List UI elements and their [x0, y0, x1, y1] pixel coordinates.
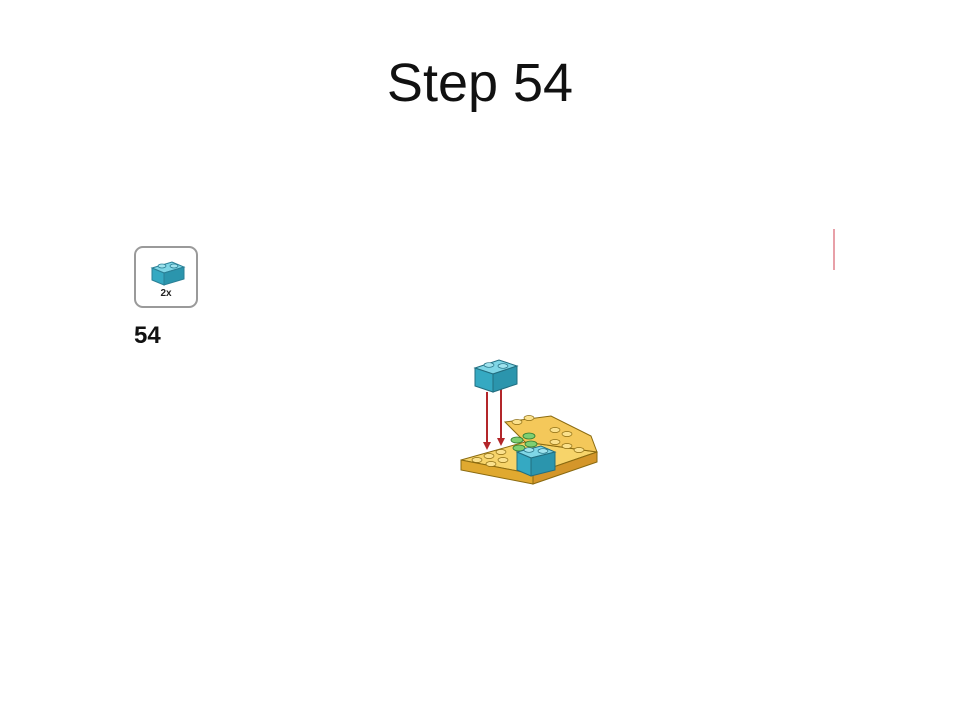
placed-blue-brick: [515, 445, 557, 477]
step-number: 54: [134, 322, 161, 349]
slide-title: Step 54: [386, 53, 574, 113]
floating-blue-brick: [473, 359, 519, 393]
parts-callout: 2x: [134, 246, 198, 308]
placement-arrows: [483, 388, 505, 450]
page-edge-mark: [833, 229, 835, 270]
blue-2x1-brick-icon: [150, 261, 186, 286]
assembly-illustration: [460, 359, 598, 485]
parts-quantity: 2x: [160, 288, 172, 299]
